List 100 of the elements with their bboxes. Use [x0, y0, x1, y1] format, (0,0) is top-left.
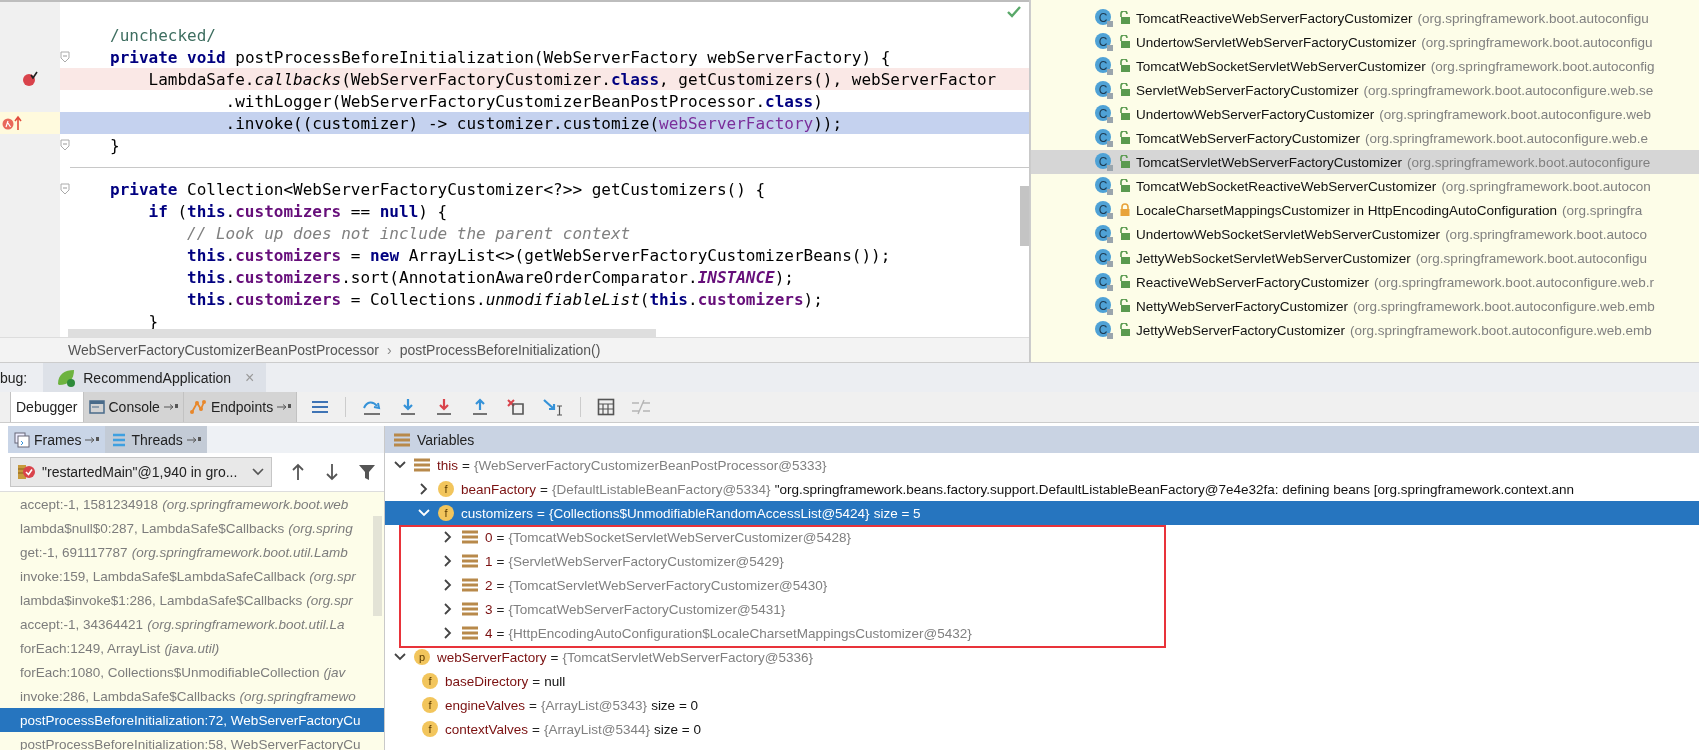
object-icon — [461, 577, 479, 593]
field-icon: f — [421, 696, 439, 714]
code-line: this.customizers = new ArrayList<>(getWebServerFactoryCustomizerBeans()); — [186, 245, 891, 265]
run-to-cursor-icon[interactable] — [542, 398, 565, 416]
variable-row[interactable]: f engineValves = {ArrayList@5343} size = 0 — [385, 693, 1699, 717]
code-line: // Look up does not include the parent context — [186, 223, 631, 243]
implementation-item[interactable]: C TomcatWebServerFactoryCustomizer (org.springframework.boot.autoconfigure.web.e — [1031, 126, 1699, 150]
pin-icon[interactable] — [85, 435, 100, 444]
object-icon — [413, 457, 431, 473]
session-tab[interactable]: RecommendApplication × — [43, 363, 267, 392]
panel-tab[interactable]: Frames — [8, 426, 106, 453]
variable-row[interactable]: 2 = {TomcatServletWebServerFactoryCustomizer@5430} — [385, 573, 1699, 597]
variable-row[interactable]: 0 = {TomcatWebSocketServletWebServerCustomizer@5428} — [385, 525, 1699, 549]
calculator-icon[interactable] — [597, 398, 616, 416]
class-icon: C — [1094, 128, 1114, 148]
implementation-item[interactable]: C ServletWebServerFactoryCustomizer (org.springframework.boot.autoconfigure.web.se — [1031, 78, 1699, 102]
variable-text: engineValves = {ArrayList@5343} size = 0 — [445, 697, 699, 713]
tool-tab[interactable]: Debugger — [10, 392, 84, 422]
scrollbar[interactable] — [1020, 186, 1029, 246]
implementation-item[interactable]: C TomcatWebSocketReactiveWebServerCustomizer (org.springframework.boot.autocon — [1031, 174, 1699, 198]
stack-frame[interactable]: forEach:1249, ArrayList (java.util) — [0, 636, 384, 660]
field-icon: f — [421, 672, 439, 690]
class-icon: C — [1094, 104, 1114, 124]
stack-frame[interactable]: accept:-1, 1581234918 (org.springframework.boot.web — [0, 492, 384, 516]
stack-frame[interactable]: get:-1, 691117787 (org.springframework.boot.util.Lamb — [0, 540, 384, 564]
variable-text: 3 = {TomcatWebServerFactoryCustomizer@5431} — [485, 601, 786, 617]
thread-dropdown[interactable]: "restartedMain"@1,940 in gro... — [10, 457, 272, 487]
stack-frame[interactable]: postProcessBeforeInitialization:72, WebServerFactoryCu — [0, 708, 384, 732]
drop-frame-icon[interactable] — [506, 398, 527, 416]
class-icon: C — [1094, 224, 1114, 244]
stack-frame[interactable]: lambda$null$0:287, LambdaSafe$Callbacks (org.spring — [0, 516, 384, 540]
variable-row[interactable]: f beanFactory = {DefaultListableBeanFactory@5334} "org.springframework.beans.factory.support.DefaultListableBeanFactory@7e4e32fa: defining beans [org.springframework.context.ann — [385, 477, 1699, 501]
scrollbar[interactable] — [373, 516, 382, 616]
endpoints-icon — [188, 399, 207, 415]
implementation-item[interactable]: C UndertowWebServerFactoryCustomizer (org.springframework.boot.autoconfigure.web — [1031, 102, 1699, 126]
field-icon: f — [437, 504, 455, 522]
variable-row[interactable]: this = {WebServerFactoryCustomizerBeanPostProcessor@5333} — [385, 453, 1699, 477]
breadcrumb-item[interactable]: WebServerFactoryCustomizerBeanPostProcessor — [68, 342, 379, 359]
object-icon — [461, 529, 479, 545]
scrollbar[interactable] — [68, 329, 656, 337]
implementation-item[interactable]: C TomcatReactiveWebServerFactoryCustomizer (org.springframework.boot.autoconfigu — [1031, 6, 1699, 30]
code-line: private Collection<WebServerFactoryCustomizer<?>> getCustomizers() { — [109, 179, 766, 199]
variable-text: 0 = {TomcatWebSocketServletWebServerCustomizer@5428} — [485, 529, 852, 545]
code-line: if (this.customizers == null) { — [147, 201, 448, 221]
code-line: private void postProcessBeforeInitialization(WebServerFactory webServerFactory) { — [109, 47, 891, 67]
variable-row[interactable]: 1 = {ServletWebServerFactoryCustomizer@5429} — [385, 549, 1699, 573]
implementation-item[interactable]: C UndertowServletWebServerFactoryCustomizer (org.springframework.boot.autoconfigu — [1031, 30, 1699, 54]
variable-text: this = {WebServerFactoryCustomizerBeanPostProcessor@5333} — [437, 457, 827, 473]
stack-frame[interactable]: forEach:1080, Collections$UnmodifiableCollection (jav — [0, 660, 384, 684]
check-icon — [1007, 6, 1021, 18]
variable-row[interactable]: f baseDirectory = null — [385, 669, 1699, 693]
object-icon — [461, 601, 479, 617]
variable-row[interactable]: p webServerFactory = {TomcatServletWebServerFactory@5336} — [385, 645, 1699, 669]
variable-text: beanFactory = {DefaultListableBeanFactory@5334} "org.springframework.beans.factory.support.DefaultListableBeanFactory@7e4e32fa: defining beans [org.springframework.context.ann — [461, 481, 1575, 497]
implementation-item[interactable]: C ReactiveWebServerFactoryCustomizer (org.springframework.boot.autoconfigure.web.r — [1031, 270, 1699, 294]
filter-icon[interactable] — [358, 463, 376, 481]
breadcrumb-item[interactable]: postProcessBeforeInitialization() — [399, 342, 601, 359]
chevron-down-icon — [251, 467, 265, 477]
variable-text: baseDirectory = null — [445, 673, 566, 689]
implementation-item[interactable]: C TomcatWebSocketServletWebServerCustomizer (org.springframework.boot.autoconfig — [1031, 54, 1699, 78]
layout-icon[interactable] — [311, 399, 330, 415]
class-icon: C — [1094, 248, 1114, 268]
code-line: this.customizers.sort(AnnotationAwareOrderComparator.INSTANCE); — [186, 267, 794, 287]
variable-row[interactable]: f customizers = {Collections$UnmodifiableRandomAccessList@5424} size = 5 — [385, 501, 1699, 525]
variable-row[interactable]: 4 = {HttpEncodingAutoConfiguration$LocaleCharsetMappingsCustomizer@5432} — [385, 621, 1699, 645]
variable-text: contextValves = {ArrayList@5344} size = 0 — [445, 721, 701, 737]
implementation-item[interactable]: C JettyWebServerFactoryCustomizer (org.springframework.boot.autoconfigure.web.emb — [1031, 318, 1699, 342]
param-icon: p — [413, 648, 431, 666]
class-icon: C — [1094, 8, 1114, 28]
panel-title: bug: — [0, 368, 29, 388]
implementation-item[interactable]: C NettyWebServerFactoryCustomizer (org.springframework.boot.autoconfigure.web.emb — [1031, 294, 1699, 318]
breakpoint-icon[interactable] — [22, 71, 38, 87]
arrow-down-icon[interactable] — [324, 463, 340, 481]
variable-text: 4 = {HttpEncodingAutoConfiguration$LocaleCharsetMappingsCustomizer@5432} — [485, 625, 972, 641]
code-line: this.customizers = Collections.unmodifiableList(this.customizers); — [186, 289, 823, 309]
arrow-up-icon[interactable] — [290, 463, 306, 481]
variable-text: 1 = {ServletWebServerFactoryCustomizer@5429} — [485, 553, 784, 569]
tool-tab[interactable]: Console — [83, 392, 184, 422]
class-icon: C — [1094, 320, 1114, 340]
implementation-item[interactable]: C TomcatServletWebServerFactoryCustomizer (org.springframework.boot.autoconfigure — [1031, 150, 1699, 174]
console-icon — [88, 400, 105, 414]
implementation-item[interactable]: C UndertowWebSocketServletWebServerCustomizer (org.springframework.boot.autoco — [1031, 222, 1699, 246]
thread-icon — [17, 463, 37, 481]
tool-tab[interactable]: Endpoints — [183, 392, 298, 422]
variable-row[interactable]: f contextValves = {ArrayList@5344} size = 0 — [385, 717, 1699, 741]
variable-row[interactable]: 3 = {TomcatWebServerFactoryCustomizer@5431} — [385, 597, 1699, 621]
class-icon: C — [1094, 152, 1114, 172]
stack-frame[interactable]: lambda$invoke$1:286, LambdaSafe$Callbacks (org.spr — [0, 588, 384, 612]
stack-frame[interactable]: invoke:159, LambdaSafe$LambdaSafeCallback (org.spr — [0, 564, 384, 588]
step-over-icon[interactable] — [362, 398, 383, 416]
object-icon — [461, 625, 479, 641]
variable-text: webServerFactory = {TomcatServletWebServerFactory@5336} — [437, 649, 814, 665]
stack-frame[interactable]: invoke:286, LambdaSafe$Callbacks (org.springframewo — [0, 684, 384, 708]
pin-icon[interactable] — [277, 403, 292, 411]
pin-icon[interactable] — [163, 403, 178, 411]
implementation-item[interactable]: C JettyWebSocketServletWebServerCustomizer (org.springframework.boot.autoconfigu — [1031, 246, 1699, 270]
implementation-item[interactable]: C LocaleCharsetMappingsCustomizer in HttpEncodingAutoConfiguration (org.springfra — [1031, 198, 1699, 222]
pin-icon[interactable] — [186, 435, 201, 444]
panel-tab[interactable]: Threads — [105, 426, 207, 453]
stack-frame[interactable]: accept:-1, 34364421 (org.springframework.boot.util.La — [0, 612, 384, 636]
